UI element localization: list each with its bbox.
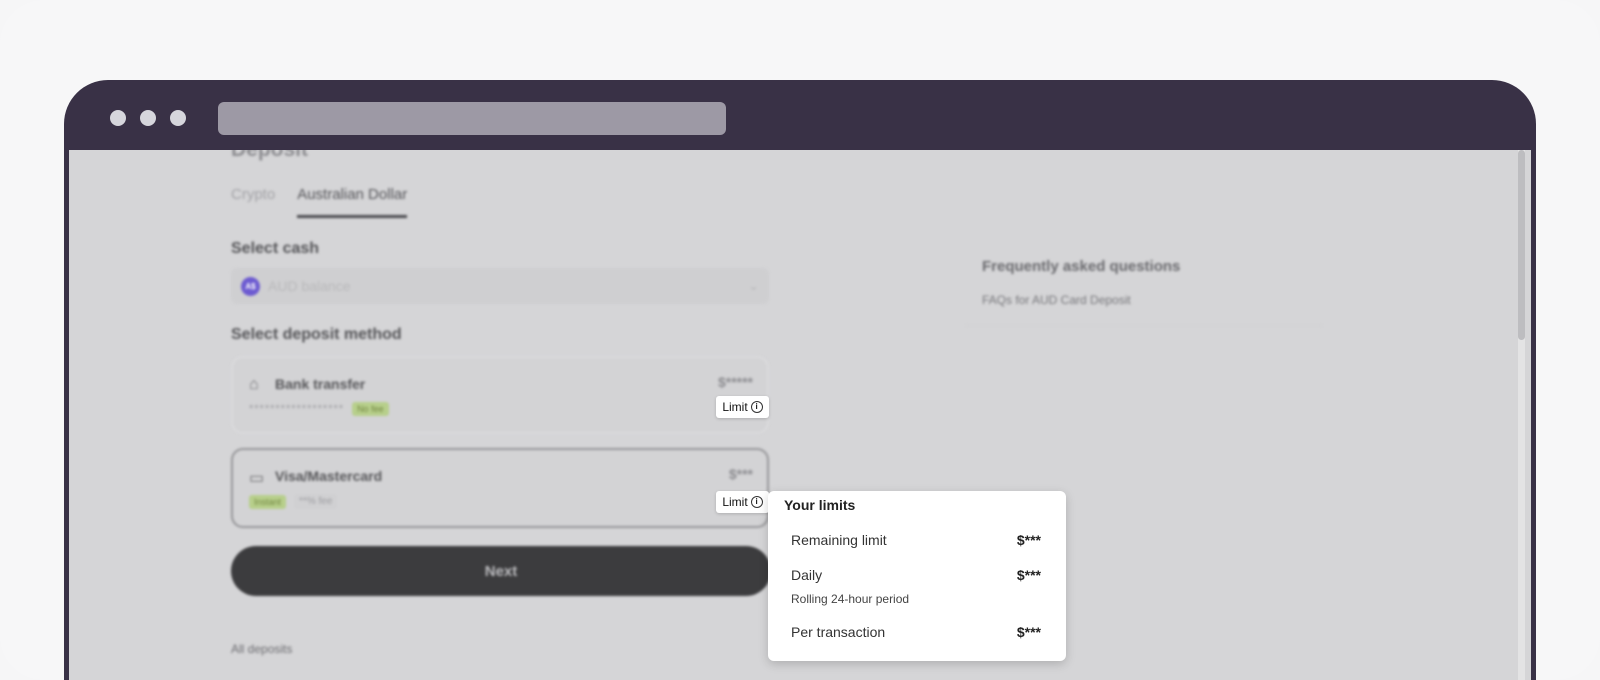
cash-select-value: AUD balance [268,278,351,294]
faq-panel: Frequently asked questions FAQs for AUD … [966,240,1322,326]
per-transaction-row: Per transaction $*** [791,624,1041,640]
method-amount: $***** [717,374,753,390]
address-bar[interactable] [218,102,726,135]
scroll-thumb[interactable] [1518,150,1525,340]
scrollbar[interactable] [1518,150,1525,680]
method-name: Visa/Mastercard [275,468,383,484]
visa-mastercard-card[interactable]: ▭ Visa/Mastercard Instant **% fee $*** [231,448,769,528]
row-value: $*** [1016,624,1041,640]
card-icon: ▭ [249,470,265,487]
popover-title: Your limits [784,497,856,513]
tab-australian-dollar[interactable]: Australian Dollar [297,186,408,218]
deposit-method-label: Select deposit method [231,326,402,343]
limit-label: Limit [722,400,748,414]
next-button[interactable]: Next [231,546,771,596]
bank-icon: ⌂ [249,376,259,393]
daily-limit-subtext: Rolling 24-hour period [791,592,910,606]
row-value: $*** [1016,532,1041,548]
page-title: Deposit [231,150,308,162]
method-meta: ****************** No fee [249,402,389,416]
row-label: Per transaction [791,624,886,640]
bank-transfer-card[interactable]: ⌂ Bank transfer ****************** No fe… [231,356,769,434]
bank-limit-button[interactable]: Limit i [716,396,769,418]
faq-title: Frequently asked questions [982,258,1181,275]
limit-label: Limit [722,495,748,509]
remaining-limit-row: Remaining limit $*** [791,532,1041,548]
aud-currency-icon: A$ [241,276,260,296]
row-value: $*** [1016,567,1041,583]
row-label: Daily [791,567,823,583]
window-controls [110,110,186,126]
masked-account: ****************** [249,403,345,415]
faq-link[interactable]: FAQs for AUD Card Deposit [982,293,1306,307]
window-dot[interactable] [140,110,156,126]
window-dot[interactable] [110,110,126,126]
window-dot[interactable] [170,110,186,126]
fee-badge: No fee [352,402,389,416]
limits-popover: Your limits Remaining limit $*** Daily $… [768,491,1066,661]
cash-select[interactable]: A$ AUD balance ⌄ [231,268,769,304]
tab-crypto[interactable]: Crypto [231,186,275,218]
method-name: Bank transfer [275,376,366,392]
chevron-down-icon: ⌄ [748,278,759,293]
deposit-tabs: Crypto Australian Dollar [231,186,408,218]
card-limit-button[interactable]: Limit i [716,491,769,513]
info-icon: i [750,401,763,413]
instant-badge: Instant [249,494,287,509]
row-label: Remaining limit [791,532,887,548]
method-amount: $*** [728,466,753,482]
fee-badge: **% fee [294,494,338,509]
info-icon: i [750,496,763,508]
all-deposits-link[interactable]: All deposits [231,642,292,656]
select-cash-label: Select cash [231,240,320,257]
method-meta: Instant **% fee [249,494,338,509]
daily-limit-row: Daily $*** [791,567,1041,583]
